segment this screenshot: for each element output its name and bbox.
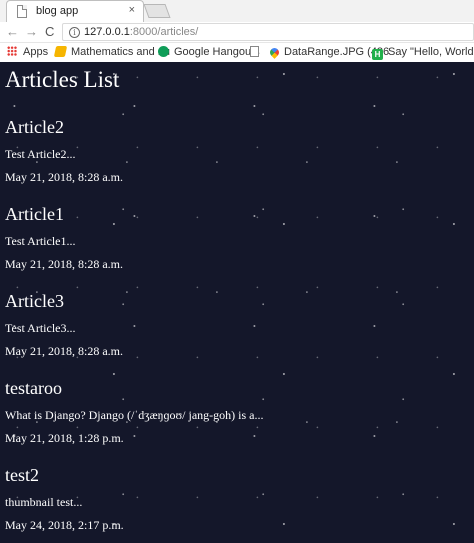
article-item: Article1 Test Article1... May 21, 2018, … — [5, 204, 469, 271]
info-icon[interactable]: i — [69, 27, 80, 38]
bookmark-mathematics[interactable]: Mathematics and nu — [53, 46, 171, 58]
article-item: Article2 Test Article2... May 21, 2018, … — [5, 117, 469, 184]
url-path: :8000/articles/ — [129, 26, 199, 38]
bookmark-label: Mathematics and nu — [71, 46, 171, 58]
article-item: testaroo What is Django? Django (/ˈdʒæŋɡ… — [5, 378, 469, 445]
article-snippet: Test Article1... — [5, 234, 76, 248]
h-icon: H — [372, 49, 383, 60]
article-date: May 21, 2018, 8:28 a.m. — [5, 170, 123, 184]
drive-icon — [268, 46, 281, 59]
bookmarks-bar: Apps Mathematics and nu Google Hangouts … — [0, 43, 474, 62]
bookmark-document[interactable] — [250, 46, 264, 58]
bookmark-label: Google Hangouts — [174, 46, 260, 58]
new-tab-button[interactable] — [143, 4, 171, 18]
bookmark-hello-world[interactable]: H Say "Hello, World!" V — [372, 46, 474, 60]
page-viewport: Articles List Article2 Test Article2... … — [0, 62, 474, 543]
article-title: Article2 — [5, 117, 64, 137]
close-icon[interactable]: × — [129, 4, 135, 16]
article-date: May 21, 2018, 1:28 p.m. — [5, 431, 124, 445]
document-icon — [250, 46, 259, 57]
page-favicon-icon — [17, 5, 27, 18]
article-date: May 24, 2018, 2:17 p.m. — [5, 518, 124, 532]
reload-icon[interactable]: C — [45, 24, 54, 39]
article-title: test2 — [5, 465, 39, 485]
article-item: test2 thumbnail test... May 24, 2018, 2:… — [5, 465, 469, 532]
tab-title: blog app — [36, 5, 79, 17]
article-date: May 21, 2018, 8:28 a.m. — [5, 257, 123, 271]
apps-grid-icon — [7, 46, 17, 56]
article-snippet: Test Article3... — [5, 321, 76, 335]
article-snippet: What is Django? Django (/ˈdʒæŋɡoʊ/ jang-… — [5, 408, 264, 422]
article-title: Article3 — [5, 291, 64, 311]
article-snippet: thumbnail test... — [5, 495, 83, 509]
back-arrow-icon[interactable]: ← — [6, 24, 19, 39]
url-host: 127.0.0.1 — [84, 26, 130, 38]
address-bar[interactable]: i 127.0.0.1:8000/articles/ — [62, 23, 474, 41]
tab-blog-app[interactable]: blog app × — [6, 0, 144, 22]
articles-page: Articles List Article2 Test Article2... … — [0, 62, 474, 543]
hangouts-icon — [158, 46, 169, 57]
article-snippet: Test Article2... — [5, 147, 76, 161]
bookmark-hangouts[interactable]: Google Hangouts — [158, 46, 260, 58]
forward-arrow-icon[interactable]: → — [25, 24, 38, 39]
article-date: May 21, 2018, 8:28 a.m. — [5, 344, 123, 358]
bookmark-label: Apps — [23, 46, 49, 58]
article-title: Article1 — [5, 204, 64, 224]
bookmark-label: Say "Hello, World!" V — [388, 46, 474, 58]
article-item: Article3 Test Article3... May 21, 2018, … — [5, 291, 469, 358]
bookmark-icon — [53, 46, 68, 57]
tab-strip: blog app × — [0, 0, 474, 22]
article-title: testaroo — [5, 378, 62, 398]
browser-toolbar: ← → C i 127.0.0.1:8000/articles/ — [0, 22, 474, 43]
bookmark-apps[interactable]: Apps — [7, 46, 48, 58]
url-text[interactable]: 127.0.0.1:8000/articles/ — [84, 26, 198, 38]
page-title: Articles List — [5, 67, 120, 92]
